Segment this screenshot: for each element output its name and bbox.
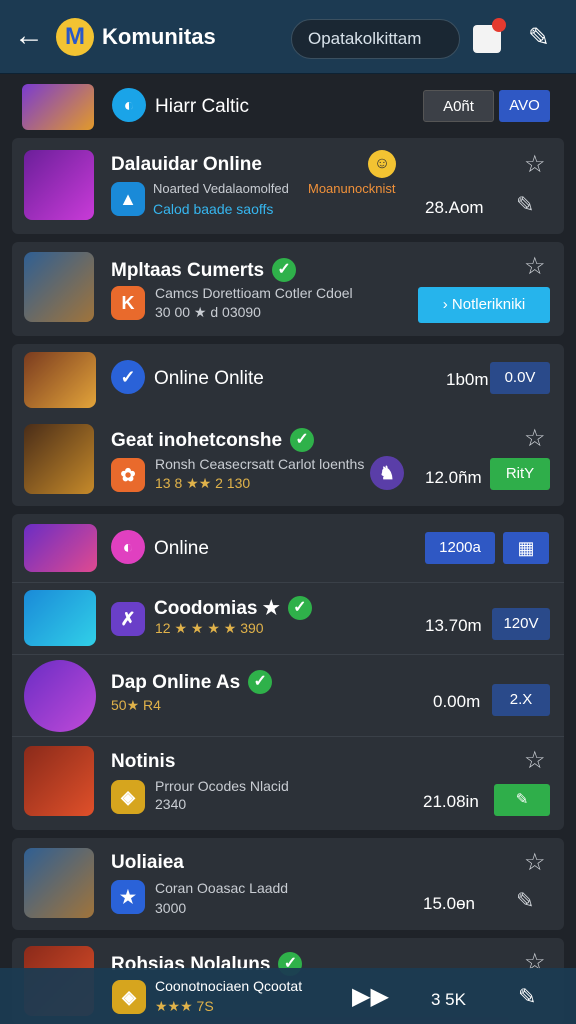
item-subtitle: Camcs Dorettioam Cotler Cdoel — [155, 285, 353, 301]
game-thumbnail — [24, 424, 94, 494]
shield-icon: ◈ — [112, 980, 146, 1014]
page-title: Komunitas — [102, 24, 216, 49]
item-button[interactable]: RitY — [490, 458, 550, 490]
item-count: 21.08in — [423, 792, 479, 811]
star-icon[interactable]: ☆ — [524, 424, 546, 453]
item-count: 12.0ñm — [425, 468, 482, 487]
purple-badge-icon: ♞ — [370, 456, 404, 490]
divider — [12, 654, 564, 655]
game-thumbnail — [24, 746, 94, 816]
item-button[interactable]: 0.0V — [490, 362, 550, 394]
game-thumbnail — [24, 150, 94, 220]
verified-check-icon: ✓ — [287, 596, 312, 620]
list-item[interactable]: Uoliaiea ★ Coran Ooasac Laadd 3000 15.0ɵ… — [12, 838, 564, 930]
strip-button-a[interactable]: A0ñt — [423, 90, 494, 122]
list-item[interactable]: ▲ Dalauidar Online ☺ Noarted Vedalaomolf… — [12, 138, 564, 234]
item-meta: 30 00 ★ d 03090 — [155, 304, 261, 320]
item-title: Mpltaas Cumerts ✓ — [111, 258, 297, 282]
wrench-icon[interactable]: ✎ — [528, 22, 550, 53]
game-mini-icon: ✗ — [111, 602, 145, 636]
item-title: Dalauidar Online — [111, 154, 262, 175]
item-count: 0.00m — [433, 692, 481, 711]
back-arrow-icon[interactable]: ← — [14, 21, 44, 52]
game-thumbnail — [24, 252, 94, 322]
wrench-icon[interactable]: ✎ — [516, 192, 534, 218]
item-title: Coodomias ★ ✓ — [154, 596, 312, 620]
wrench-icon[interactable]: ✎ — [516, 888, 534, 914]
notification-dot — [492, 18, 506, 32]
game-thumbnail — [24, 590, 96, 646]
item-button[interactable]: 120V — [492, 608, 550, 640]
game-banner-icon — [22, 84, 94, 130]
layout-icon[interactable]: ▦ — [503, 532, 549, 564]
item-button[interactable]: 1200a — [425, 532, 495, 564]
wrench-icon[interactable]: ✎ — [518, 984, 536, 1010]
item-meta: 2340 — [155, 796, 187, 812]
top-bar: ← M Komunitas Opatakolkittam ✎ — [0, 0, 576, 74]
list-item[interactable]: K Mpltaas Cumerts ✓ Camcs Dorettioam Cotl… — [12, 242, 564, 336]
strip-button-b[interactable]: AVO — [499, 90, 550, 122]
item-count: 13.70m — [425, 616, 482, 635]
item-subtitle: Ronsh Ceasecrsatt Carlot loenths — [155, 456, 365, 472]
shield-icon: ◈ — [111, 780, 145, 814]
item-subtitle: Coran Ooasac Laadd — [155, 880, 289, 896]
app-logo-icon: M — [56, 18, 94, 56]
item-subtitle: Prrour Ocodes Nlacid — [155, 778, 289, 794]
community-icon: ◐ — [111, 530, 145, 564]
verified-check-icon: ✓ — [290, 428, 315, 452]
game-thumbnail — [24, 848, 94, 918]
star-icon[interactable]: ☆ — [524, 848, 546, 877]
item-count: 1b0m — [446, 370, 489, 389]
item-title: Online — [154, 538, 209, 559]
bottom-count: 3 5K — [431, 990, 466, 1009]
strip-title: Hiarr Caltic — [155, 96, 249, 117]
game-thumbnail — [24, 660, 96, 732]
star-icon[interactable]: ☆ — [524, 150, 546, 179]
game-mini-icon: ✿ — [111, 458, 145, 492]
game-mini-icon: K — [111, 286, 145, 320]
item-meta: 3000 — [155, 900, 187, 916]
item-meta: 13 8 ★★ 2 130 — [155, 475, 251, 491]
game-mini-icon: ★ — [111, 880, 145, 914]
weapon-thumbnail — [24, 352, 96, 408]
item-button[interactable]: 2.X — [492, 684, 550, 716]
divider — [12, 736, 564, 737]
bottom-subtitle: Coonotnociaen Qcootat — [155, 978, 303, 994]
emoji-icon: ☺ — [368, 150, 396, 178]
search-input[interactable]: Opatakolkittam — [291, 19, 460, 59]
bottom-bar: ◈ Coonotnociaen Qcootat ★★★ 7S ▶▶ 3 5K ✎ — [0, 968, 576, 1024]
item-title: Online Onlite — [154, 368, 264, 389]
item-subtitle: Noarted Vedalaomolfed — [153, 181, 289, 196]
item-title: Notinis — [111, 751, 176, 772]
item-count: 15.0ɵn — [423, 894, 475, 913]
item-count: 28.Aom — [425, 198, 484, 217]
fast-forward-icon[interactable]: ▶▶ — [352, 982, 389, 1011]
list-item-group[interactable]: ✓ Online Onlite 1b0m 0.0V Geat inohetcon… — [12, 344, 564, 506]
item-subtitle-accent: Moanunocknist — [308, 181, 396, 196]
star-icon[interactable]: ☆ — [524, 252, 546, 281]
game-banner-icon — [24, 524, 97, 572]
item-title: Dap Online As ✓ — [111, 670, 273, 694]
check-badge-icon: ✓ — [111, 360, 145, 394]
chat-icon: ◐ — [112, 88, 146, 122]
list-item-group[interactable]: ◐ Online 1200a ▦ ✗ Coodomias ★ ✓ 12 ★ ★ ★… — [12, 514, 564, 830]
item-meta: 12 ★ ★ ★ ★ 390 — [155, 620, 264, 636]
bottom-meta: ★★★ 7S — [155, 998, 214, 1014]
item-meta: 50★ R4 — [111, 697, 161, 713]
notification-button[interactable]: › Notlerikniki — [418, 287, 550, 323]
item-title: Geat inohetconshe ✓ — [111, 428, 315, 452]
verified-check-icon: ✓ — [272, 258, 297, 282]
wrench-button[interactable]: ✎ — [494, 784, 550, 816]
divider — [12, 582, 564, 583]
item-title: Uoliaiea — [111, 852, 184, 873]
game-mini-icon: ▲ — [111, 182, 145, 216]
item-meta: Calod baade saoffs — [153, 201, 274, 217]
verified-check-icon: ✓ — [248, 670, 273, 694]
star-icon[interactable]: ☆ — [524, 746, 546, 775]
